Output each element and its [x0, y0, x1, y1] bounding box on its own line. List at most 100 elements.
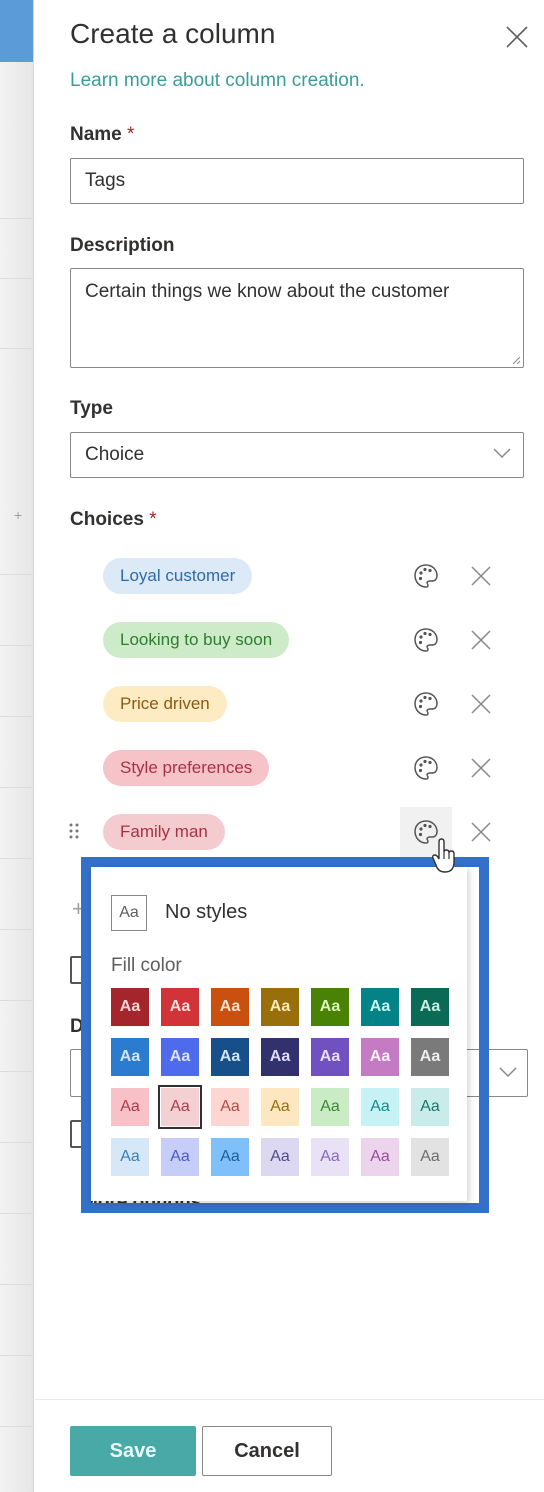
choices-label-text: Choices: [70, 509, 144, 530]
name-label: Name *: [70, 124, 134, 146]
palette-icon: [414, 628, 438, 652]
fill-color-swatch[interactable]: Aa: [111, 1088, 149, 1126]
close-icon: [471, 694, 491, 714]
background-row-divider: [0, 278, 33, 279]
name-label-text: Name: [70, 124, 122, 145]
drag-handle-icon[interactable]: [68, 822, 80, 840]
choice-pill[interactable]: Style preferences: [103, 750, 270, 786]
fill-color-swatch[interactable]: Aa: [261, 1138, 299, 1176]
cancel-button[interactable]: Cancel: [202, 1426, 332, 1476]
type-value: Choice: [85, 444, 145, 465]
background-row-divider: [0, 218, 33, 219]
choice-pill[interactable]: Family man: [103, 814, 225, 850]
close-icon: [471, 566, 491, 586]
choice-style-button[interactable]: [400, 551, 452, 601]
chevron-down-icon: [493, 448, 511, 459]
choice-row: Style preferences: [70, 748, 530, 788]
palette-icon: [414, 564, 438, 588]
background-row-divider: [0, 858, 33, 859]
save-button[interactable]: Save: [70, 1426, 196, 1476]
palette-icon: [414, 692, 438, 716]
fill-color-swatch[interactable]: Aa: [161, 1038, 199, 1076]
background-row-divider: [0, 1142, 33, 1143]
no-styles-label: No styles: [165, 901, 248, 923]
choice-row: Looking to buy soon: [70, 620, 530, 660]
remove-choice-button[interactable]: [468, 627, 494, 653]
fill-color-swatch[interactable]: Aa: [211, 1088, 249, 1126]
fill-color-swatch[interactable]: Aa: [361, 988, 399, 1026]
fill-color-swatch[interactable]: Aa: [361, 1088, 399, 1126]
remove-choice-button[interactable]: [468, 563, 494, 589]
type-dropdown[interactable]: Choice: [70, 432, 524, 478]
fill-color-swatch[interactable]: Aa: [161, 988, 199, 1026]
fill-color-swatch[interactable]: Aa: [211, 988, 249, 1026]
choice-style-button[interactable]: [400, 615, 452, 665]
choice-pill[interactable]: Loyal customer: [103, 558, 253, 594]
fill-color-swatch[interactable]: Aa: [261, 988, 299, 1026]
fill-color-swatch[interactable]: Aa: [211, 1038, 249, 1076]
fill-color-swatch[interactable]: Aa: [411, 1088, 449, 1126]
fill-color-swatch[interactable]: Aa: [411, 988, 449, 1026]
no-styles-swatch: Aa: [111, 895, 147, 931]
choice-row: Loyal customer: [70, 556, 530, 596]
type-label: Type: [70, 398, 113, 419]
hand-cursor-icon: [432, 838, 455, 873]
remove-choice-button[interactable]: [468, 691, 494, 717]
name-input[interactable]: Tags: [70, 158, 524, 204]
fill-color-swatch[interactable]: Aa: [261, 1038, 299, 1076]
background-row-divider: [0, 929, 33, 930]
fill-color-swatch[interactable]: Aa: [411, 1038, 449, 1076]
panel-title: Create a column: [70, 18, 276, 49]
background-row-divider: [0, 716, 33, 717]
fill-color-swatch[interactable]: Aa: [311, 1088, 349, 1126]
fill-color-swatch[interactable]: Aa: [361, 1038, 399, 1076]
description-textarea[interactable]: Certain things we know about the custome…: [70, 268, 524, 368]
fill-color-swatch[interactable]: Aa: [261, 1088, 299, 1126]
create-column-panel: Create a column Learn more about column …: [34, 0, 544, 1492]
choice-pill[interactable]: Looking to buy soon: [103, 622, 290, 658]
add-column-icon[interactable]: +: [14, 507, 22, 523]
background-header-bar: [0, 0, 33, 62]
choices-label: Choices *: [70, 509, 157, 531]
fill-color-swatch[interactable]: Aa: [411, 1138, 449, 1176]
choice-style-button[interactable]: [400, 679, 452, 729]
choice-style-button[interactable]: [400, 743, 452, 793]
choice-pill[interactable]: Price driven: [103, 686, 227, 722]
required-marker: *: [127, 124, 135, 145]
background-row-divider: [0, 1284, 33, 1285]
no-styles-option[interactable]: Aa No styles: [111, 895, 311, 931]
fill-color-swatch[interactable]: Aa: [211, 1138, 249, 1176]
choice-row: Price driven: [70, 684, 530, 724]
learn-more-link[interactable]: Learn more about column creation.: [70, 70, 365, 92]
resize-grip-icon[interactable]: [511, 355, 521, 365]
fill-color-swatch[interactable]: Aa: [158, 1085, 202, 1129]
background-row-divider: [0, 348, 33, 349]
palette-icon: [414, 756, 438, 780]
fill-color-swatch[interactable]: Aa: [111, 988, 149, 1026]
background-row-divider: [0, 1000, 33, 1001]
fill-color-swatch[interactable]: Aa: [311, 1038, 349, 1076]
footer-divider: [34, 1399, 544, 1400]
remove-choice-button[interactable]: [468, 755, 494, 781]
background-row-divider: [0, 787, 33, 788]
close-icon: [471, 630, 491, 650]
close-icon: [471, 822, 491, 842]
fill-color-swatch[interactable]: Aa: [161, 1138, 199, 1176]
close-button[interactable]: [502, 22, 532, 52]
required-marker: *: [149, 509, 157, 530]
background-row-divider: [0, 1071, 33, 1072]
background-row-divider: [0, 1355, 33, 1356]
chevron-down-icon: [499, 1067, 517, 1078]
fill-color-swatch[interactable]: Aa: [311, 988, 349, 1026]
close-icon: [471, 758, 491, 778]
fill-color-label: Fill color: [111, 955, 182, 976]
background-row-divider: [0, 1426, 33, 1427]
fill-color-swatch[interactable]: Aa: [311, 1138, 349, 1176]
fill-color-swatch[interactable]: Aa: [361, 1138, 399, 1176]
close-icon: [506, 26, 528, 48]
background-row-divider: [0, 645, 33, 646]
remove-choice-button[interactable]: [468, 819, 494, 845]
choice-style-popup: Aa No styles Fill color Aa Aa Aa Aa Aa Aa Aa Aa…: [91, 867, 467, 1201]
fill-color-swatch[interactable]: Aa: [111, 1138, 149, 1176]
fill-color-swatch[interactable]: Aa: [111, 1038, 149, 1076]
